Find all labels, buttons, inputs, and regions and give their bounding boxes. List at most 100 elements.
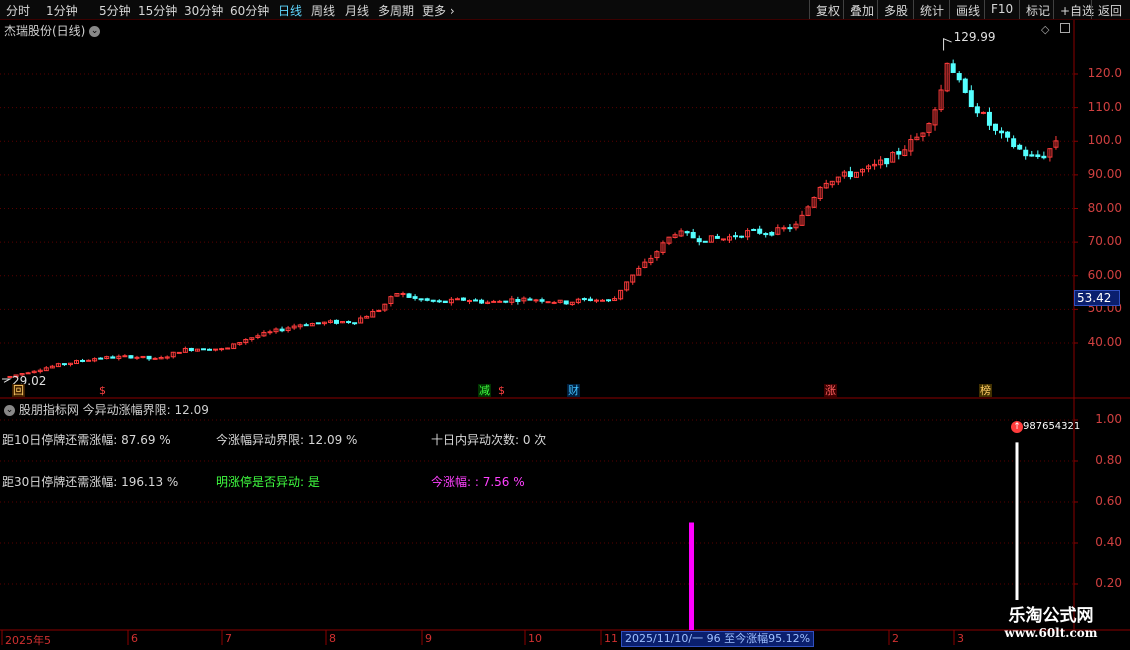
candle-body [769,231,775,236]
price-tick-label-4: 80.00 [1087,200,1122,215]
row1-count: 十日内异动次数: 0 次 [431,433,547,447]
candle-body [110,356,116,359]
indicator-title: ⌄ 股朋指标网 今异动涨幅界限: 12.09 [4,401,209,418]
signal-marker-2[interactable]: 减 [478,384,491,397]
candle-body [406,293,412,298]
signal-marker-6[interactable]: 榜 [979,384,992,397]
date-tick-label-1: 6 [131,632,138,645]
signal-marker-5[interactable]: 涨 [824,384,837,397]
candle-body [491,300,497,303]
toolbar-button-3[interactable]: 统计 [913,0,949,19]
toolbar-button-2[interactable]: 多股 [877,0,913,19]
candle-body [1017,144,1023,150]
candle-body [515,298,521,303]
candle-body [430,299,436,302]
candle-body [757,228,763,234]
candle-body [974,106,980,114]
toolbar-button-8[interactable]: 返回 [1091,0,1130,19]
price-tick-label-0: 120.0 [1087,66,1122,80]
date-tick-label-4: 9 [425,632,432,645]
watermark-title: 乐淘公式网 [1008,606,1094,626]
toolbar-button-7[interactable]: +自选 [1053,0,1094,19]
period-tab-2[interactable]: 5分钟 [99,2,131,19]
signal-marker-0[interactable]: 回 [12,384,25,397]
arrow-marker-icon: ↑ [1011,421,1023,433]
candle-body [418,298,424,301]
date-tick-label-5: 10 [528,632,542,645]
period-tab-5[interactable]: 60分钟 [230,2,269,19]
current-price-tag: 53.42 [1074,289,1120,306]
date-tick-label-6: 11 [604,632,618,645]
period-tab-8[interactable]: 月线 [345,2,369,19]
candle-body [400,293,406,296]
candle-body [315,322,321,325]
price-tick-label-8: 40.00 [1087,335,1122,349]
candle-body [503,300,509,303]
price-tick-label-2: 100.0 [1087,133,1122,148]
candle-body [352,322,358,325]
candle-body [267,331,273,334]
anomaly-bar [689,522,694,630]
candle-body [962,78,968,93]
candle-body [787,227,793,230]
row1-stop-10d: 距10日停牌还需涨幅: 87.69 % [2,433,171,447]
indicator-threshold: 今异动涨幅界限: 12.09 [82,403,209,417]
candle-body [1035,154,1041,158]
candle-body [696,238,702,243]
candle-body [479,299,485,304]
candle-body [763,233,769,236]
candle-body [992,123,998,131]
chevron-down-icon[interactable]: ⌄ [4,405,15,416]
candle-body [333,319,339,324]
row1-limit: 今涨幅异动界限: 12.09 % [216,433,358,447]
period-tab-4[interactable]: 30分钟 [184,2,223,19]
candle-body [80,359,86,362]
period-tab-3[interactable]: 15分钟 [138,2,177,19]
toolbar-button-4[interactable]: 画线 [949,0,984,19]
candle-body [146,355,152,360]
candle-body [896,151,902,155]
date-range-readout: 2025/11/10/一 96 至今涨幅95.12% [621,631,815,647]
candle-body [751,228,757,231]
period-tab-0[interactable]: 分时 [6,2,30,19]
period-tab-6[interactable]: 日线 [278,2,302,19]
candle-body [950,63,956,73]
candle-body [1029,154,1035,157]
candle-body [986,111,992,126]
period-tab-1[interactable]: 1分钟 [46,2,78,19]
candle-body [442,300,448,304]
period-tab-9[interactable]: 多周期 [378,2,414,19]
candle-body [200,348,206,351]
low-arrow-icon [2,378,12,383]
signal-marker-1[interactable]: $ [98,384,107,397]
date-tick-label-7: 2 [892,632,899,645]
price-chart[interactable] [0,0,1130,650]
toolbar-button-6[interactable]: 标记 [1019,0,1053,19]
candle-body [128,355,134,359]
toolbar-button-1[interactable]: 叠加 [843,0,877,19]
candle-body [122,355,128,358]
candle-body [606,299,612,302]
period-tab-7[interactable]: 周线 [311,2,335,19]
candle-body [376,309,382,312]
candle-body [424,298,430,301]
candle-body [533,299,539,302]
candle-body [690,231,696,239]
candle-body [279,328,285,332]
indicator-tick-label-2: 0.60 [1095,494,1122,508]
candle-body [702,240,708,243]
indicator-name[interactable]: 股朋指标网 [19,403,79,417]
date-tick-label-3: 8 [329,632,336,645]
candle-body [98,357,104,360]
toolbar-button-0[interactable]: 复权 [809,0,843,19]
candle-body [587,298,593,302]
candle-body [733,235,739,238]
signal-marker-3[interactable]: $ [497,384,506,397]
candle-body [527,298,533,301]
candle-body [466,300,472,303]
signal-marker-4[interactable]: 财 [567,384,580,397]
candle-body [213,348,219,351]
candle-body [781,227,787,230]
toolbar-button-5[interactable]: F10 [984,0,1019,19]
row2-stop-30d: 距30日停牌还需涨幅: 196.13 % [2,475,179,489]
